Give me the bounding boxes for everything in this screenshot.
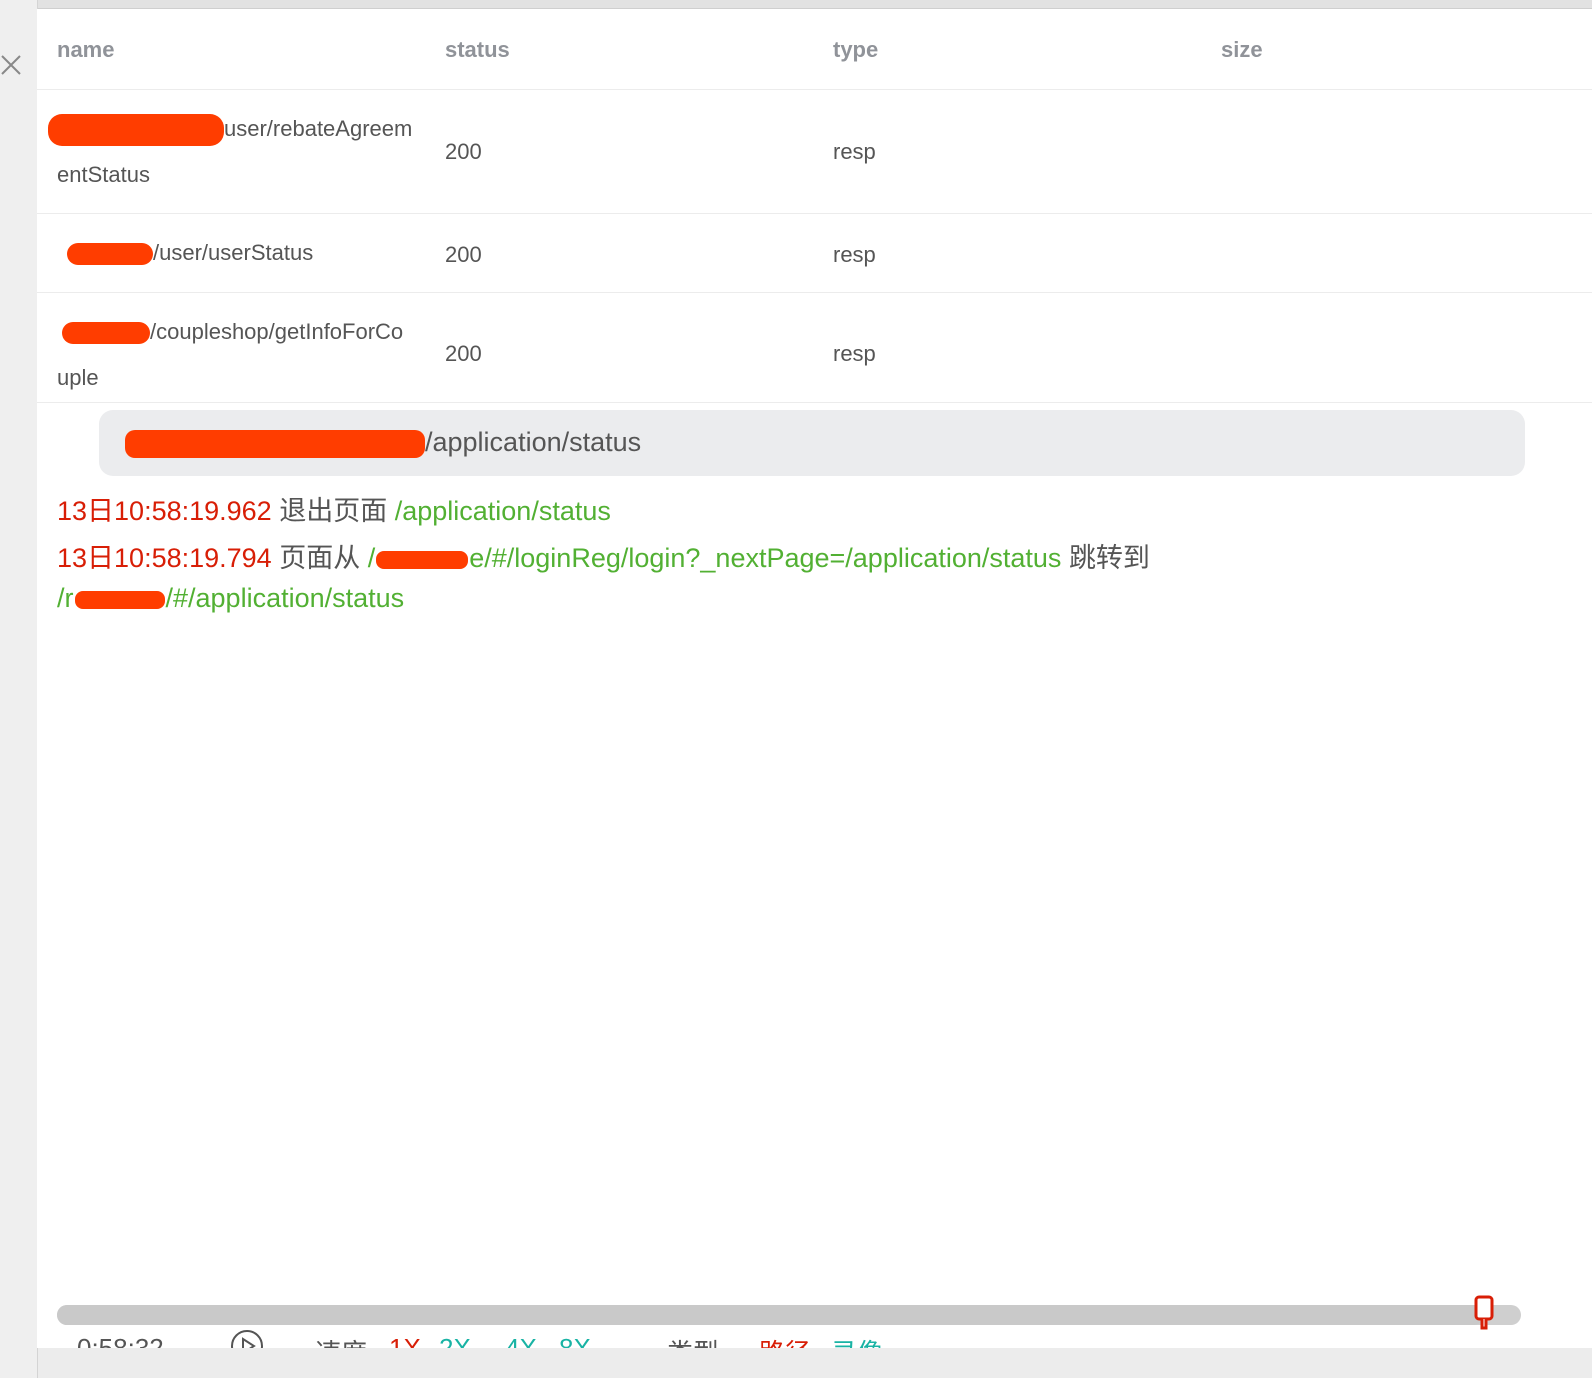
- request-name-text: /user/userStatus: [153, 240, 314, 265]
- table-header: name status type size: [37, 9, 1592, 90]
- type-cell: resp: [833, 242, 876, 267]
- log-timestamp: 13日10:58:19.794: [57, 543, 272, 573]
- playback-progress-bar[interactable]: [57, 1305, 1521, 1325]
- current-url: /application/status: [125, 427, 641, 458]
- type-option-recording[interactable]: 录像: [831, 1333, 883, 1348]
- left-side-strip: [0, 0, 38, 1378]
- current-url-path: /application/status: [425, 427, 642, 457]
- window-top-edge: [0, 0, 1592, 9]
- status-cell: 200: [445, 242, 482, 267]
- table-row[interactable]: user/rebateAgreementStatus 200 resp: [37, 90, 1592, 214]
- column-header-status[interactable]: status: [445, 37, 510, 63]
- type-option-path[interactable]: 路径: [759, 1333, 811, 1348]
- log-entry-continuation: /r/#/application/status: [57, 583, 404, 614]
- redaction-mark: [376, 550, 469, 569]
- status-cell: 200: [445, 139, 482, 164]
- speed-option-1x[interactable]: 1X: [389, 1333, 421, 1348]
- current-url-bar: /application/status: [99, 410, 1525, 476]
- log-entry: 13日10:58:19.794 页面从 / e/#/loginReg/login?…: [57, 536, 1150, 575]
- network-panel: name status type size user/rebateAgreeme…: [37, 9, 1592, 1348]
- table-row[interactable]: /user/userStatus 200 resp: [37, 214, 1592, 293]
- playback-time: 0:58:32: [77, 1333, 164, 1348]
- redaction-mark: [67, 243, 153, 266]
- type-cell: resp: [833, 341, 876, 366]
- redaction-mark: [62, 322, 150, 345]
- log-action: 页面从: [279, 543, 361, 573]
- speed-option-2x[interactable]: 2X: [439, 1333, 471, 1348]
- request-name-cell: /coupleshop/getInfoForCouple: [57, 309, 413, 401]
- log-action: 退出页面: [279, 496, 388, 526]
- request-name-cell: /user/userStatus: [57, 230, 413, 276]
- type-label: 类型:: [667, 1333, 726, 1348]
- request-name-cell: user/rebateAgreementStatus: [48, 106, 413, 198]
- column-header-name[interactable]: name: [57, 37, 114, 63]
- redaction-mark: [125, 429, 425, 458]
- status-cell: 200: [445, 341, 482, 366]
- speed-option-4x[interactable]: 4X: [505, 1333, 537, 1348]
- log-path[interactable]: /application/status: [395, 496, 611, 526]
- player-controls: 0:58:32 速度: 1X 2X 4X 8X 类型: 路径 录像: [37, 1327, 1592, 1348]
- log-from-path[interactable]: / e/#/loginReg/login?_nextPage=/applicati…: [368, 543, 1062, 573]
- playback-progress-fill: [57, 1305, 1485, 1325]
- redaction-mark: [48, 114, 224, 147]
- progress-handle-icon[interactable]: [1474, 1295, 1494, 1331]
- column-header-type[interactable]: type: [833, 37, 878, 63]
- speed-option-8x[interactable]: 8X: [559, 1333, 591, 1348]
- log-timestamp: 13日10:58:19.962: [57, 496, 272, 526]
- redaction-mark: [74, 590, 165, 609]
- table-row[interactable]: /coupleshop/getInfoForCouple 200 resp: [37, 293, 1592, 403]
- speed-label: 速度:: [315, 1333, 374, 1348]
- column-header-size[interactable]: size: [1221, 37, 1263, 63]
- close-icon[interactable]: [0, 54, 22, 76]
- play-icon[interactable]: [230, 1329, 264, 1348]
- log-entry: 13日10:58:19.962 退出页面 /application/status: [57, 489, 611, 528]
- log-verb: 跳转到: [1068, 543, 1150, 573]
- log-to-path[interactable]: /r/#/application/status: [57, 583, 404, 613]
- type-cell: resp: [833, 139, 876, 164]
